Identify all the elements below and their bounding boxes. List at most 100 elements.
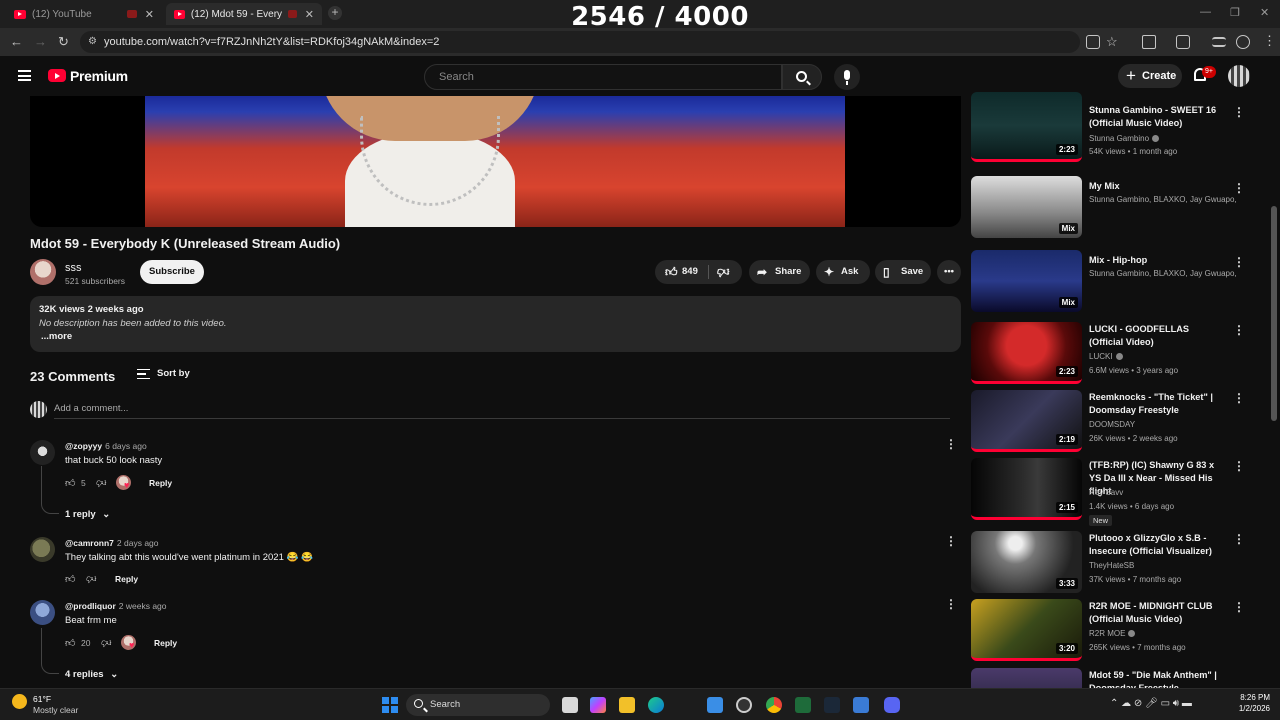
copilot-icon[interactable]: [590, 697, 606, 713]
reply-button[interactable]: Reply: [154, 638, 177, 648]
app-icon[interactable]: [736, 697, 752, 713]
minimize-icon[interactable]: —: [1200, 6, 1211, 18]
search-button[interactable]: [782, 64, 822, 90]
close-tab-icon[interactable]: ✕: [145, 8, 154, 21]
taskbar-time[interactable]: 8:26 PM: [1230, 693, 1270, 702]
comment-menu-icon[interactable]: ⋮: [945, 438, 957, 450]
sidebar-menu-icon[interactable]: ⋮: [1233, 533, 1245, 545]
sidebar-menu-icon[interactable]: ⋮: [1233, 460, 1245, 472]
url-field[interactable]: ⚙ youtube.com/watch?v=f7RZJnNh2tY&list=R…: [80, 31, 1080, 53]
account-avatar[interactable]: [1228, 65, 1250, 87]
premium-logo-text[interactable]: Premium: [70, 68, 128, 84]
sidebar-video[interactable]: Mdot 59 - "Die Mak Anthem" | Doomsday Fr…: [971, 668, 1231, 688]
comment-author[interactable]: @camronn7 2 days ago: [65, 538, 159, 548]
reload-icon[interactable]: ↻: [58, 34, 69, 50]
like-thumb-icon[interactable]: 👍︎: [665, 260, 678, 284]
comment-avatar[interactable]: [30, 537, 55, 562]
weather-moon-icon[interactable]: [12, 694, 27, 709]
task-view-icon[interactable]: [562, 697, 578, 713]
add-comment-input[interactable]: Add a comment...: [54, 403, 128, 414]
view-replies-button[interactable]: 1 reply ⌄: [65, 509, 110, 520]
media-control-icon[interactable]: [1212, 37, 1226, 47]
store-icon[interactable]: [707, 697, 723, 713]
sort-by-button[interactable]: Sort by: [157, 368, 190, 379]
save-button[interactable]: ▯ Save: [875, 260, 931, 284]
comment-like-icon[interactable]: 👍︎: [65, 637, 75, 649]
forward-icon[interactable]: →: [34, 34, 47, 49]
show-more-link[interactable]: ...more: [41, 331, 72, 342]
system-tray-icons[interactable]: ⌃ ☁ ⊘ 🎤︎ ▭ 🔊︎ ▬: [1110, 698, 1192, 709]
create-button[interactable]: + Create: [1118, 64, 1182, 88]
comment-menu-icon[interactable]: ⋮: [945, 598, 957, 610]
xbox-icon[interactable]: [795, 697, 811, 713]
taskbar-search-input[interactable]: Search: [406, 694, 550, 716]
channel-avatar[interactable]: [30, 259, 56, 285]
sidebar-menu-icon[interactable]: ⋮: [1233, 324, 1245, 336]
bookmark-star-icon[interactable]: ☆: [1106, 34, 1118, 50]
taskbar-date[interactable]: 1/2/2026: [1222, 704, 1270, 713]
sidebar-video[interactable]: Mix Mix - Hip-hop Stunna Gambino, BLAXKO…: [971, 250, 1245, 316]
close-tab-icon[interactable]: ✕: [305, 8, 314, 21]
sidebar-menu-icon[interactable]: ⋮: [1233, 392, 1245, 404]
description-box[interactable]: 32K views 2 weeks ago No description has…: [30, 296, 961, 352]
sidebar-video[interactable]: 2:23 LUCKI - GOODFELLAS (Official Video)…: [971, 322, 1245, 388]
voice-search-icon[interactable]: [834, 64, 860, 90]
sort-icon[interactable]: [137, 369, 150, 379]
windows-start-icon[interactable]: [382, 697, 398, 713]
sidebar-menu-icon[interactable]: ⋮: [1233, 106, 1245, 118]
browser-menu-icon[interactable]: ⋮: [1263, 33, 1276, 49]
channel-name[interactable]: sss: [65, 262, 82, 274]
comment-avatar[interactable]: [30, 440, 55, 465]
maximize-icon[interactable]: ❐: [1230, 6, 1240, 19]
comment-like-icon[interactable]: 👍︎: [65, 573, 75, 585]
comment-dislike-icon[interactable]: 👍︎: [96, 477, 106, 489]
sidebar-video[interactable]: 2:15 (TFB:RP) (IC) Shawny G 83 x YS Da I…: [971, 458, 1245, 526]
chrome-icon[interactable]: [766, 697, 782, 713]
reply-button[interactable]: Reply: [149, 478, 172, 488]
menu-icon[interactable]: [18, 70, 31, 81]
share-button[interactable]: ➦ Share: [749, 260, 810, 284]
view-replies-button[interactable]: 4 replies ⌄: [65, 669, 118, 680]
sidebar-video[interactable]: Mix My Mix Stunna Gambino, BLAXKO, Jay G…: [971, 176, 1245, 242]
search-input[interactable]: Search: [424, 64, 782, 90]
page-scrollbar[interactable]: [1271, 206, 1277, 421]
new-tab-button[interactable]: +: [328, 6, 342, 20]
sidebar-menu-icon[interactable]: ⋮: [1233, 182, 1245, 194]
youtube-logo-icon[interactable]: [48, 69, 66, 82]
tab-youtube[interactable]: (12) YouTube ✕: [6, 3, 162, 25]
extensions-icon[interactable]: [1142, 35, 1156, 49]
sidebar-menu-icon[interactable]: ⋮: [1233, 601, 1245, 613]
sidebar-video[interactable]: 2:19 Reemknocks - "The Ticket" | Doomsda…: [971, 390, 1245, 456]
comment-dislike-icon[interactable]: 👍︎: [86, 573, 96, 585]
sidebar-video[interactable]: 3:33 Plutooo x GlizzyGlo x S.B - Insecur…: [971, 531, 1245, 597]
reading-list-icon[interactable]: [1176, 35, 1190, 49]
subscribe-button[interactable]: Subscribe: [140, 260, 204, 284]
more-actions-button[interactable]: •••: [937, 260, 961, 284]
tab-mdot[interactable]: (12) Mdot 59 - Everybody K ✕: [166, 3, 322, 25]
dislike-thumb-icon[interactable]: 👍︎: [717, 260, 730, 284]
comment-like-icon[interactable]: 👍︎: [65, 477, 75, 489]
edge-icon[interactable]: [648, 697, 664, 713]
comment-author[interactable]: @prodliquor 2 weeks ago: [65, 601, 167, 611]
screen-share-icon[interactable]: [1086, 35, 1100, 49]
sidebar-menu-icon[interactable]: ⋮: [1233, 256, 1245, 268]
like-count[interactable]: 849: [682, 260, 698, 284]
close-window-icon[interactable]: ✕: [1260, 6, 1269, 19]
reply-button[interactable]: Reply: [115, 574, 138, 584]
video-player[interactable]: [30, 96, 961, 227]
comment-menu-icon[interactable]: ⋮: [945, 535, 957, 547]
photos-icon[interactable]: [853, 697, 869, 713]
file-explorer-icon[interactable]: [619, 697, 635, 713]
comment-avatar[interactable]: [30, 600, 55, 625]
comment-author[interactable]: @zopyyy 6 days ago: [65, 441, 147, 451]
sidebar-video[interactable]: 3:20 R2R MOE - MIDNIGHT CLUB (Official M…: [971, 599, 1245, 665]
site-info-icon[interactable]: ⚙: [88, 31, 97, 53]
comment-dislike-icon[interactable]: 👍︎: [101, 637, 111, 649]
weather-temperature[interactable]: 61°F: [33, 694, 51, 704]
back-icon[interactable]: ←: [10, 34, 23, 49]
profile-icon[interactable]: [1236, 35, 1250, 49]
sidebar-video[interactable]: 2:23 Stunna Gambino - SWEET 16 (Official…: [971, 92, 1245, 162]
steam-icon[interactable]: [824, 697, 840, 713]
ask-button[interactable]: ✦ Ask: [816, 260, 870, 284]
weather-description[interactable]: Mostly clear: [33, 705, 78, 715]
